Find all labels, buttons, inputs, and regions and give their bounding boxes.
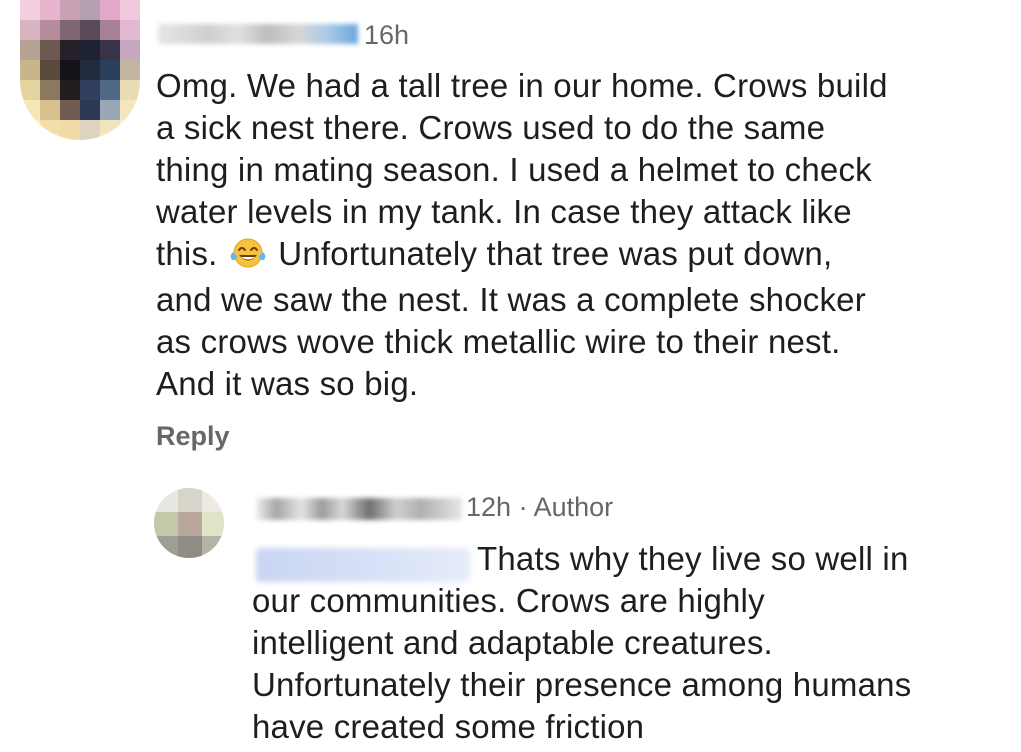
reply-body-first-line: Thats why they live so well in	[477, 538, 1017, 580]
reply-meta: 12h · Author	[466, 494, 613, 521]
reply-timestamp[interactable]: 12h	[466, 492, 511, 522]
reply-text-rest: our communities. Crows are highly intell…	[252, 582, 912, 745]
commenter-name-redacted[interactable]	[158, 24, 358, 44]
face-with-tears-of-joy-icon	[229, 235, 267, 279]
reply-text-first-line: Thats why they live so well in	[477, 540, 909, 577]
reply-author-name-redacted[interactable]	[256, 498, 462, 520]
meta-separator: ·	[518, 492, 528, 522]
reply-button[interactable]: Reply	[156, 421, 230, 452]
reply-author-avatar[interactable]	[154, 488, 224, 558]
comment-timestamp[interactable]: 16h	[364, 22, 409, 49]
commenter-avatar[interactable]	[20, 0, 140, 140]
reply-body: our communities. Crows are highly intell…	[252, 580, 1017, 748]
comment-body: Omg. We had a tall tree in our home. Cro…	[156, 65, 1016, 405]
author-badge: Author	[533, 492, 614, 522]
mention-tag-redacted[interactable]	[256, 548, 470, 582]
